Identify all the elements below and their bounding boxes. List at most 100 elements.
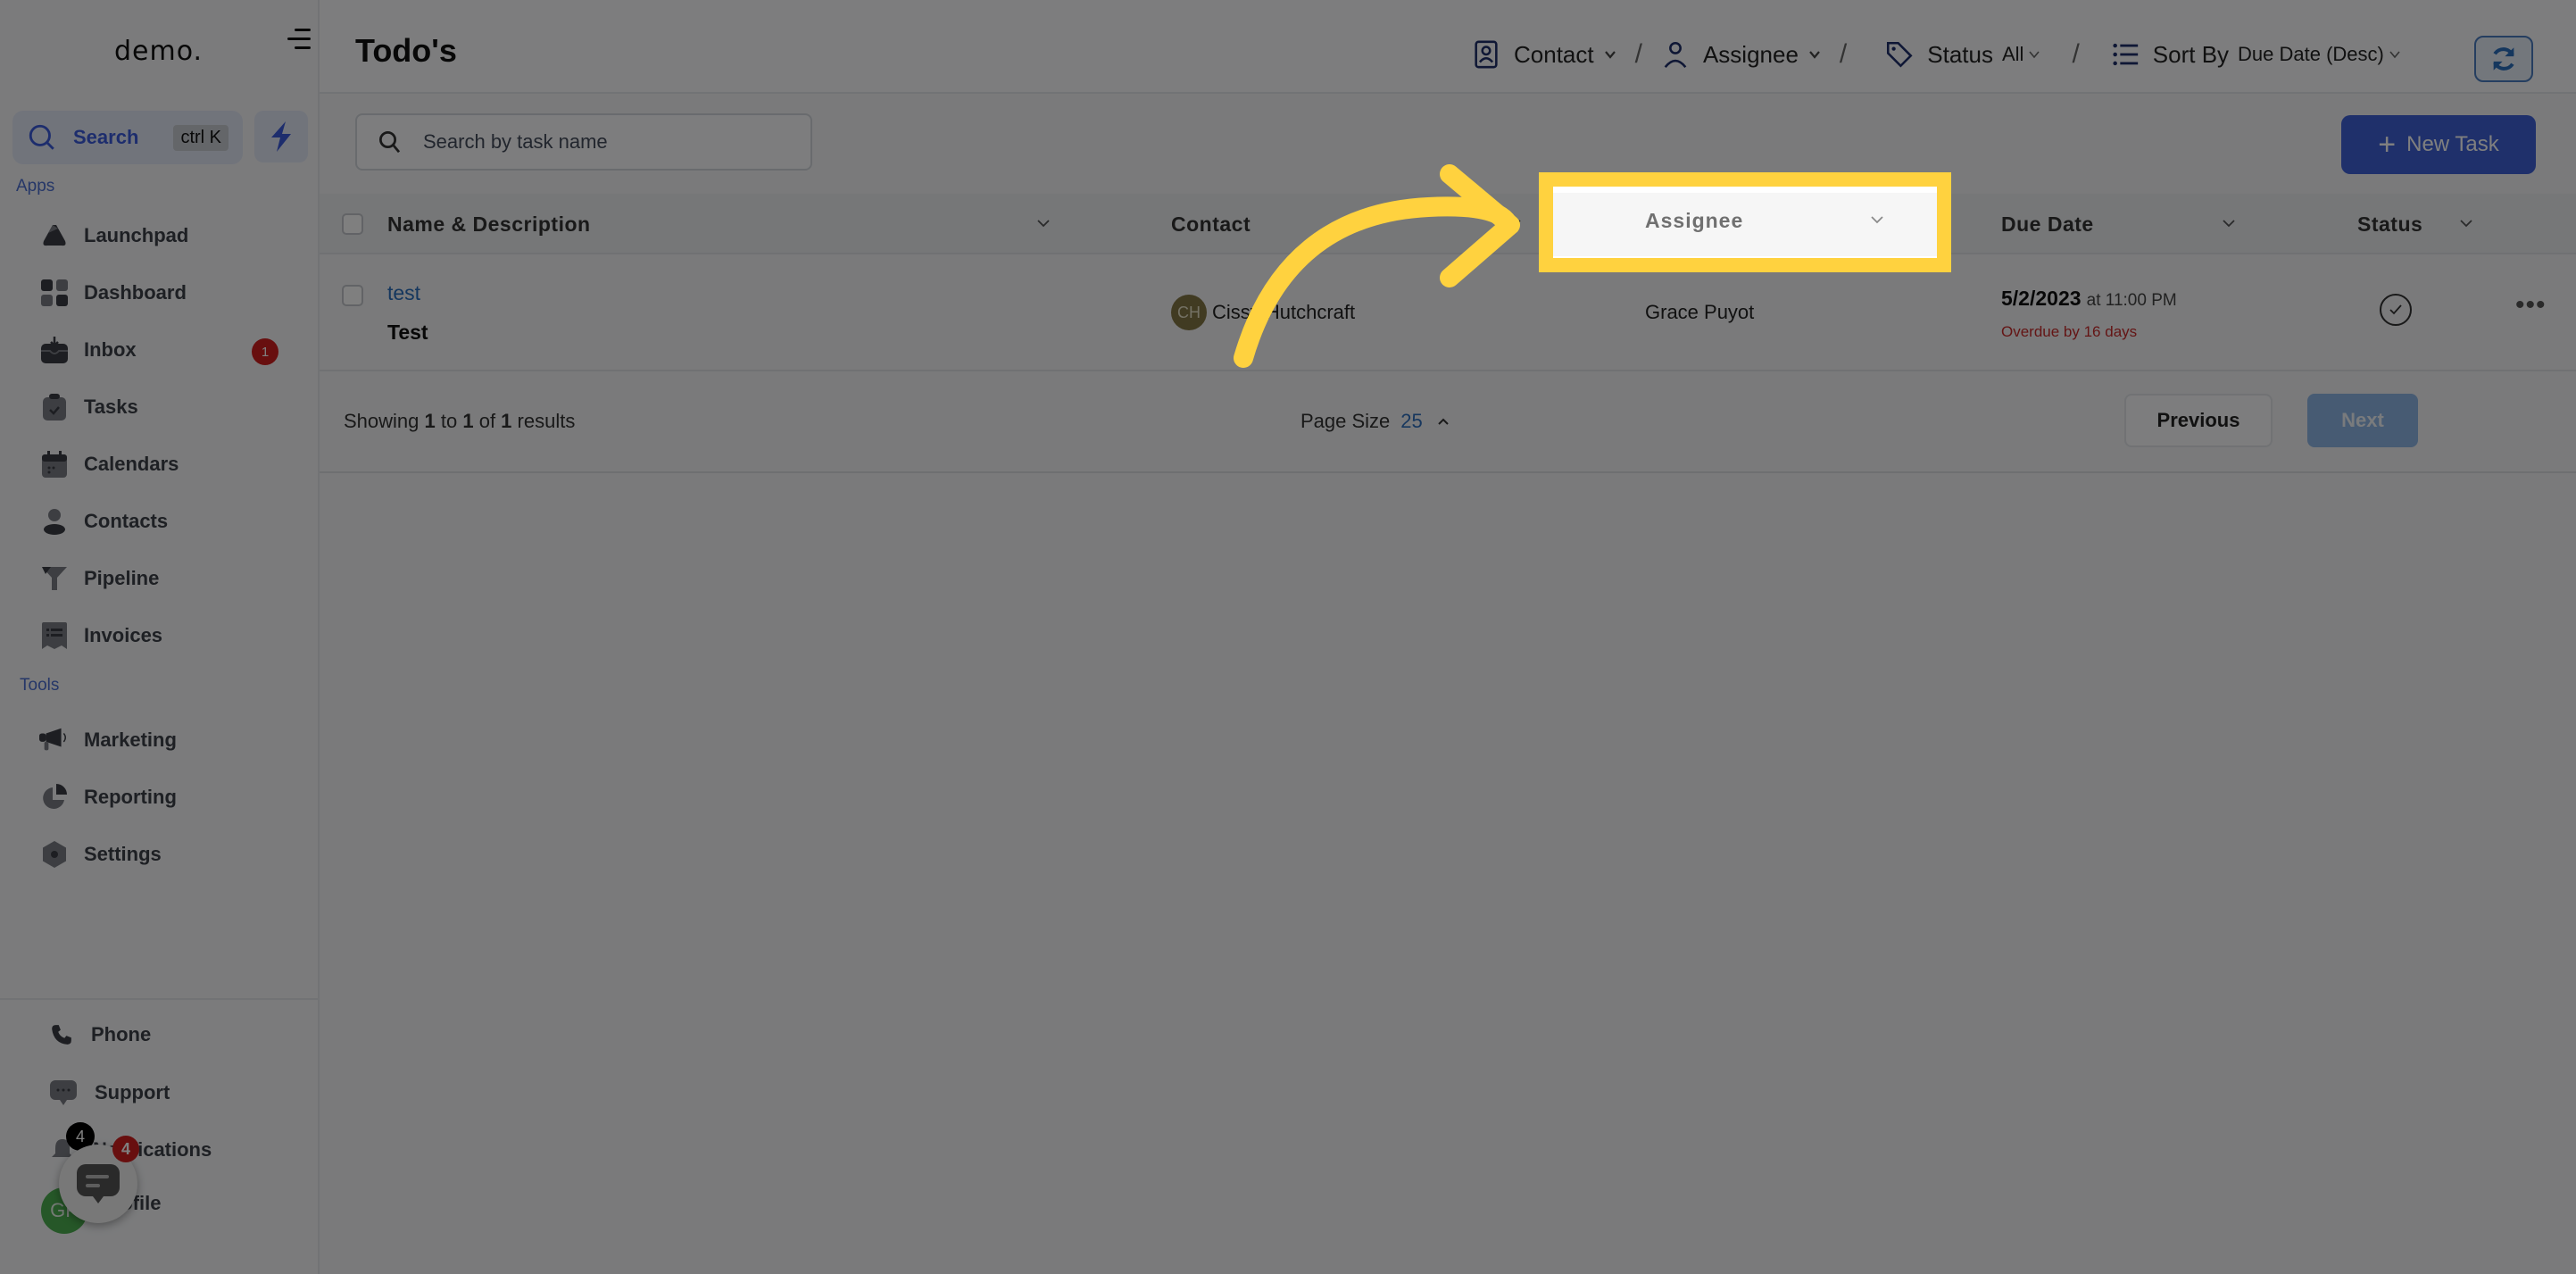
lightning-icon	[271, 121, 291, 152]
tag-icon	[1887, 41, 1913, 68]
rocket-icon	[39, 221, 70, 251]
sidebar-item-support[interactable]: Support	[50, 1080, 170, 1105]
main-content: + New Task Name & Description Contact As…	[320, 94, 2576, 1274]
support-chat-icon	[50, 1080, 77, 1105]
page-size-selector[interactable]: Page Size 25	[1300, 410, 1450, 433]
contact-card-icon	[1475, 40, 1498, 69]
chevron-down-icon[interactable]	[1507, 217, 1523, 229]
sort-by-filter[interactable]: Sort By Due Date (Desc)	[2110, 39, 2402, 70]
megaphone-icon	[39, 725, 70, 755]
phone-icon	[52, 1025, 71, 1045]
sidebar-item-phone[interactable]: Phone	[50, 1023, 151, 1046]
top-bar: Todo's Contact / Assignee / Status All /…	[320, 0, 2576, 94]
contact-cell[interactable]: CH Cissy Hutchcraft	[1171, 295, 1355, 330]
contact-name: Cissy Hutchcraft	[1212, 301, 1356, 323]
sidebar-item-reporting[interactable]: Reporting	[39, 779, 307, 815]
chat-bubble-icon	[77, 1164, 120, 1203]
menu-toggle-icon[interactable]	[287, 29, 311, 50]
highlight-label: Assignee	[1645, 209, 1744, 232]
calendar-icon	[39, 449, 70, 479]
refresh-button[interactable]	[2474, 36, 2533, 82]
chevron-down-icon[interactable]	[1035, 217, 1051, 229]
sidebar-item-pipeline[interactable]: Pipeline	[39, 561, 307, 596]
page-size-value: 25	[1400, 410, 1423, 432]
chevron-up-icon	[1438, 418, 1449, 425]
table-row: test Test CH Cissy Hutchcraft Grace Puyo…	[320, 254, 2576, 371]
sidebar-item-calendars[interactable]: Calendars	[39, 446, 307, 482]
sidebar-item-settings[interactable]: Settings	[39, 837, 307, 872]
chevron-down-icon	[2029, 51, 2040, 59]
page-title: Todo's	[355, 32, 457, 69]
search-icon	[379, 131, 401, 154]
search-icon	[29, 124, 54, 150]
new-task-button[interactable]: + New Task	[2341, 115, 2536, 174]
sidebar-item-tasks[interactable]: Tasks	[39, 389, 307, 425]
dashboard-icon	[39, 278, 70, 308]
settings-icon	[39, 839, 70, 870]
sidebar: demo. Search ctrl K Apps Launchpad Dashb…	[0, 0, 320, 1274]
contact-avatar: CH	[1171, 295, 1207, 330]
task-description: Test	[387, 321, 428, 344]
sidebar-item-launchpad[interactable]: Launchpad	[39, 218, 307, 254]
task-name-link[interactable]: test	[387, 281, 420, 305]
logo: demo.	[114, 36, 204, 67]
funnel-icon	[39, 563, 70, 594]
filter-bar: Contact / Assignee / Status All / Sort B…	[1471, 34, 2402, 75]
refresh-icon	[2493, 47, 2514, 71]
sidebar-item-invoices[interactable]: Invoices	[39, 618, 307, 654]
filter-separator: /	[1634, 39, 1642, 69]
mark-complete-button[interactable]	[2380, 294, 2412, 326]
column-header-status[interactable]: Status	[2357, 194, 2422, 254]
results-summary: Showing 1 to 1 of 1 results	[344, 410, 576, 432]
column-header-name[interactable]: Name & Description	[387, 194, 591, 254]
previous-page-button[interactable]: Previous	[2124, 394, 2273, 447]
column-header-contact[interactable]: Contact	[1171, 194, 1251, 254]
chevron-down-icon	[2389, 51, 2400, 59]
quick-actions-button[interactable]	[254, 111, 308, 162]
chevron-down-icon	[1809, 51, 1820, 59]
sidebar-item-dashboard[interactable]: Dashboard	[39, 275, 307, 311]
user-icon	[1664, 41, 1687, 68]
inbox-icon	[39, 335, 70, 365]
inbox-badge: 1	[252, 338, 278, 365]
overdue-label: Overdue by 16 days	[2001, 323, 2138, 340]
chevron-down-icon	[1604, 51, 1616, 59]
search-label: Search	[73, 126, 139, 148]
table-header: Name & Description Contact Assignee Due …	[320, 194, 2576, 254]
contact-filter[interactable]: Contact	[1471, 39, 1617, 70]
global-search-button[interactable]: Search ctrl K	[12, 111, 243, 164]
due-date-cell: 5/2/2023 at 11:00 PM Overdue by 16 days	[2001, 287, 2177, 341]
person-icon	[39, 506, 70, 537]
search-shortcut: ctrl K	[173, 124, 229, 151]
chevron-down-icon[interactable]	[2458, 217, 2474, 229]
chevron-down-icon[interactable]	[2221, 217, 2237, 229]
sidebar-item-inbox[interactable]: Inbox 1	[39, 332, 307, 368]
assignee-name: Grace Puyot	[1645, 301, 1755, 323]
section-tools: Tools	[20, 676, 60, 695]
sidebar-divider	[0, 998, 318, 1000]
plus-icon: +	[2378, 127, 2397, 162]
receipt-icon	[39, 620, 70, 651]
chat-badge: 4	[112, 1136, 139, 1162]
section-apps: Apps	[16, 177, 55, 196]
task-search-input[interactable]	[423, 130, 798, 154]
sidebar-item-contacts[interactable]: Contacts	[39, 504, 307, 539]
assignee-filter[interactable]: Assignee	[1660, 39, 1822, 70]
next-page-button[interactable]: Next	[2307, 394, 2418, 447]
highlighted-assignee-column-header[interactable]: Assignee	[1539, 172, 1951, 272]
list-icon	[2113, 43, 2138, 66]
due-date: 5/2/2023	[2001, 287, 2082, 310]
chevron-down-icon	[1871, 216, 1883, 224]
task-search-field[interactable]	[355, 113, 812, 171]
table-footer: Showing 1 to 1 of 1 results Page Size 25…	[320, 371, 2576, 473]
filter-separator: /	[2072, 39, 2080, 69]
sidebar-item-marketing[interactable]: Marketing	[39, 722, 307, 758]
status-filter[interactable]: Status All	[1884, 39, 2041, 70]
select-all-checkbox[interactable]	[342, 194, 363, 254]
filter-separator: /	[1839, 39, 1848, 69]
pie-chart-icon	[39, 782, 70, 812]
row-checkbox[interactable]	[342, 285, 363, 306]
due-time: at 11:00 PM	[2086, 291, 2177, 310]
more-options-icon[interactable]: •••	[2515, 290, 2547, 321]
column-header-due-date[interactable]: Due Date	[2001, 194, 2094, 254]
